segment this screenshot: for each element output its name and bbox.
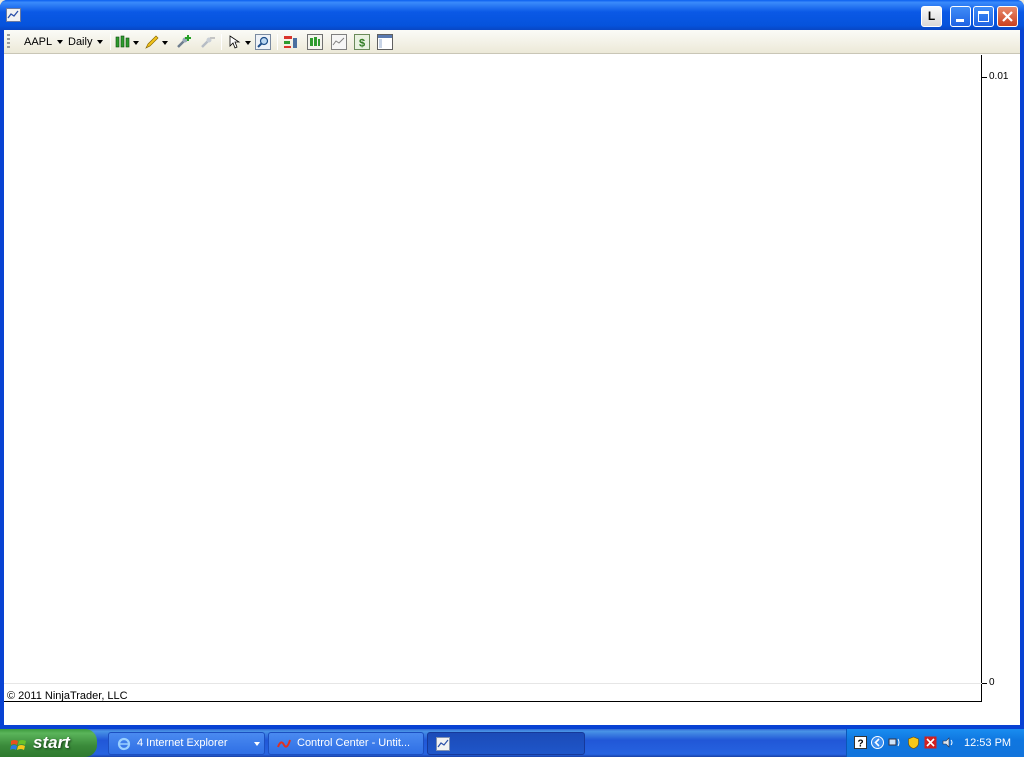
zero-gridline (4, 683, 982, 684)
chevron-down-icon (97, 40, 104, 45)
internet-explorer-icon (117, 737, 131, 751)
y-tick-bottom (982, 683, 987, 684)
interval-label: Daily (68, 36, 93, 48)
minimize-icon (956, 19, 964, 22)
copyright-text: © 2011 NinjaTrader, LLC (7, 690, 128, 702)
taskbar-item-internet-explorer[interactable]: 4 Internet Explorer (108, 732, 265, 755)
add-indicator-icon[interactable] (175, 34, 191, 50)
y-axis-label-bottom: 0 (989, 677, 995, 688)
taskbar-item-control-center[interactable]: Control Center - Untit... (268, 732, 424, 755)
drawing-tool-icon[interactable] (144, 34, 160, 50)
toolbar-grip-icon[interactable] (7, 34, 10, 50)
chevron-down-icon[interactable] (133, 41, 139, 45)
chevron-down-icon[interactable] (245, 41, 251, 45)
chevron-down-icon (254, 742, 260, 746)
taskbar-item-chart[interactable] (427, 732, 585, 755)
ninjatrader-icon (277, 737, 291, 751)
chart-trader-icon[interactable] (307, 34, 323, 50)
plot-area[interactable] (4, 55, 982, 702)
toolbar-separator (221, 34, 222, 50)
instrument-label: AAPL (24, 36, 53, 48)
remove-indicator-icon[interactable] (199, 34, 215, 50)
chart-style-icon[interactable] (115, 34, 131, 50)
y-axis-label-top: 0.01 (989, 71, 1009, 82)
start-label: start (33, 733, 70, 752)
data-box-icon[interactable] (283, 34, 299, 50)
help-icon[interactable]: ? (854, 736, 867, 750)
chevron-down-icon (57, 40, 64, 45)
window-client: AAPL Daily $ 0.01 0 © 2011 NinjaTrader, … (4, 30, 1020, 725)
title-bar[interactable]: L (0, 0, 1024, 30)
close-button[interactable] (997, 6, 1018, 27)
templates-icon[interactable] (377, 34, 393, 50)
link-button[interactable]: L (921, 6, 942, 27)
close-icon (1002, 11, 1013, 22)
svg-text:$: $ (359, 38, 365, 50)
show-hidden-icons-icon[interactable] (871, 736, 884, 749)
taskbar-item-label: Control Center - Untit... (297, 737, 411, 749)
volume-icon[interactable] (941, 736, 954, 749)
chart-window-icon (436, 737, 450, 751)
clock: 12:53 PM (964, 737, 1012, 749)
properties-icon[interactable] (331, 34, 347, 50)
chevron-down-icon[interactable] (162, 41, 168, 45)
network-icon[interactable] (888, 736, 901, 749)
taskbar: start 4 Internet Explorer Control Center… (0, 729, 1024, 757)
minimize-button[interactable] (950, 6, 971, 27)
toolbar-separator (110, 34, 111, 50)
chart-toolbar: AAPL Daily $ (4, 30, 1020, 54)
instrument-selector[interactable]: AAPL (24, 34, 64, 50)
maximize-button[interactable] (973, 6, 994, 27)
taskbar-item-label: 4 Internet Explorer (137, 737, 228, 749)
y-tick-top (982, 77, 987, 78)
security-shield-icon[interactable] (907, 736, 920, 749)
maximize-icon (978, 11, 989, 22)
alert-icon[interactable] (924, 736, 937, 749)
windows-logo-icon (10, 735, 27, 751)
zoom-icon[interactable] (255, 34, 271, 50)
dollar-icon[interactable]: $ (354, 34, 370, 50)
start-button[interactable]: start (0, 729, 97, 757)
chart-window: L AAPL Daily $ 0.01 0 © 2011 NinjaTrader… (0, 0, 1024, 729)
chart-window-icon[interactable] (6, 8, 21, 22)
svg-text:?: ? (857, 739, 863, 750)
interval-selector[interactable]: Daily (68, 34, 104, 50)
cursor-icon[interactable] (227, 34, 243, 50)
chart-panel[interactable]: 0.01 0 © 2011 NinjaTrader, LLC (4, 55, 1020, 725)
toolbar-separator (277, 34, 278, 50)
